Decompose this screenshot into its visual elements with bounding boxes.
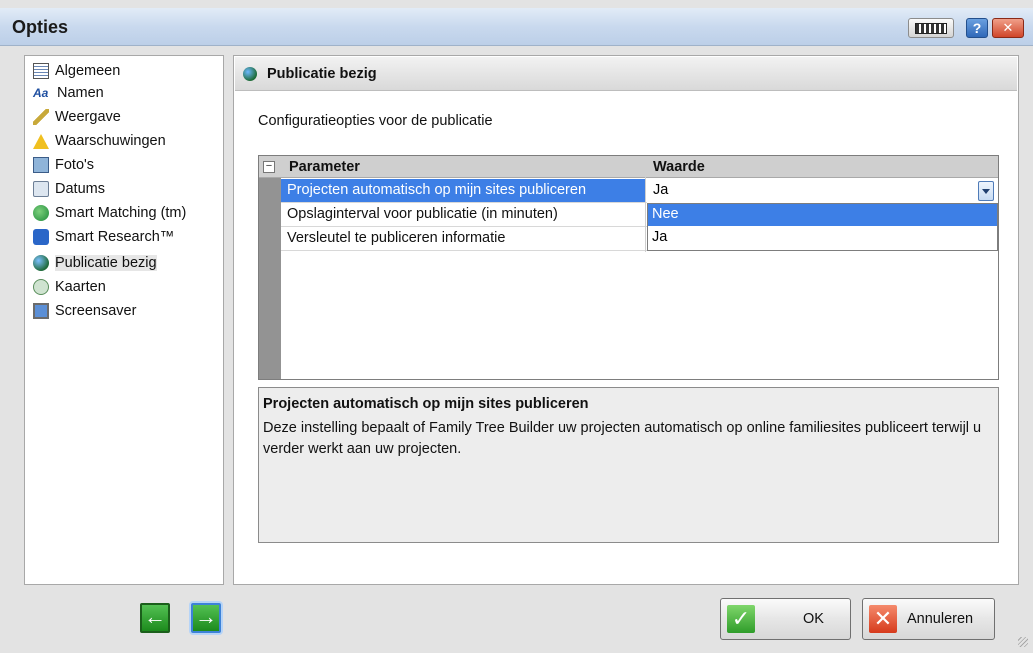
- param-cell: Versleutel te publiceren informatie: [287, 230, 506, 246]
- grid-header: − Parameter Waarde: [259, 156, 998, 178]
- calendar-icon: [33, 181, 49, 197]
- close-button[interactable]: ✕: [992, 18, 1024, 38]
- sidebar-item-fotos[interactable]: Foto's: [33, 154, 94, 176]
- cancel-icon: ✕: [869, 605, 897, 633]
- title-bar: Opties ? ✕: [0, 8, 1033, 46]
- chevron-down-icon[interactable]: [978, 181, 994, 201]
- sidebar-item-label: Kaarten: [55, 279, 106, 295]
- check-icon: ✓: [727, 605, 755, 633]
- sidebar-item-namen[interactable]: Aa Namen: [33, 82, 104, 104]
- photo-icon: [33, 157, 49, 173]
- dropdown-option-nee[interactable]: Nee: [648, 204, 997, 226]
- brush-icon: [33, 109, 49, 125]
- document-icon: [33, 63, 49, 79]
- param-cell: Projecten automatisch op mijn sites publ…: [287, 182, 587, 198]
- property-grid: − Parameter Waarde Projecten automatisch…: [258, 155, 999, 380]
- value-dropdown-list: Nee Ja: [647, 203, 998, 251]
- window-title: Opties: [12, 17, 69, 37]
- cancel-label: Annuleren: [907, 611, 974, 627]
- ok-label: OK: [803, 611, 824, 627]
- smart-research-icon: [33, 229, 49, 245]
- globe-icon: [33, 255, 49, 271]
- sidebar-item-label: Weergave: [55, 109, 121, 125]
- main-panel: Publicatie bezig Configuratieopties voor…: [233, 55, 1019, 585]
- column-header-waarde: Waarde: [653, 159, 705, 175]
- column-header-parameter: Parameter: [289, 159, 360, 175]
- sidebar-item-weergave[interactable]: Weergave: [33, 106, 121, 128]
- warning-icon: [33, 133, 49, 149]
- cancel-button[interactable]: ✕ Annuleren: [862, 598, 995, 640]
- font-icon: Aa: [33, 86, 49, 100]
- globe-icon: [243, 67, 257, 81]
- monitor-icon: [33, 303, 49, 319]
- sidebar-item-label: Waarschuwingen: [55, 133, 166, 149]
- description-box: Projecten automatisch op mijn sites publ…: [258, 387, 999, 543]
- collapse-icon[interactable]: −: [263, 161, 275, 173]
- back-button[interactable]: ←: [140, 603, 170, 633]
- sidebar-item-screensaver[interactable]: Screensaver: [33, 300, 136, 322]
- help-button[interactable]: ?: [966, 18, 988, 38]
- sidebar-item-waarschuwingen[interactable]: Waarschuwingen: [33, 130, 166, 152]
- sidebar-item-kaarten[interactable]: Kaarten: [33, 276, 106, 298]
- param-cell: Opslaginterval voor publicatie (in minut…: [287, 206, 558, 222]
- sidebar-item-algemeen[interactable]: Algemeen: [33, 60, 120, 82]
- map-icon: [33, 279, 49, 295]
- smart-matching-icon: [33, 205, 49, 221]
- ok-button[interactable]: ✓ OK: [720, 598, 851, 640]
- sidebar-item-label: Algemeen: [55, 63, 121, 79]
- sidebar-item-label: Datums: [55, 181, 105, 197]
- sidebar-item-publicatie-bezig[interactable]: Publicatie bezig: [33, 252, 157, 274]
- resize-grip-icon[interactable]: [1018, 637, 1028, 647]
- options-dialog: Opties ? ✕ Algemeen Aa Namen Weergave Wa…: [0, 0, 1033, 653]
- sidebar-item-label: Publicatie bezig: [55, 255, 157, 271]
- sidebar-item-label: Smart Matching (tm): [55, 205, 187, 221]
- dropdown-option-ja[interactable]: Ja: [648, 227, 997, 249]
- sidebar-item-label: Namen: [57, 85, 104, 101]
- keyboard-button[interactable]: [908, 18, 954, 38]
- grid-gutter: [259, 156, 281, 379]
- description-title: Projecten automatisch op mijn sites publ…: [263, 396, 589, 412]
- combobox-value: Ja: [653, 182, 669, 198]
- options-sidebar: Algemeen Aa Namen Weergave Waarschuwinge…: [24, 55, 224, 585]
- sidebar-item-label: Screensaver: [55, 303, 137, 319]
- sidebar-item-smart-research[interactable]: Smart Research™: [33, 226, 174, 248]
- forward-button[interactable]: →: [191, 603, 221, 633]
- sidebar-item-label: Foto's: [55, 157, 95, 173]
- section-title: Publicatie bezig: [267, 66, 377, 82]
- sidebar-item-datums[interactable]: Datums: [33, 178, 105, 200]
- value-combobox[interactable]: Ja: [647, 179, 998, 203]
- keyboard-icon: [915, 23, 947, 34]
- sidebar-item-smart-matching[interactable]: Smart Matching (tm): [33, 202, 186, 224]
- column-divider: [645, 156, 646, 252]
- sidebar-item-label: Smart Research™: [55, 229, 175, 245]
- section-header: Publicatie bezig: [235, 57, 1017, 91]
- section-description: Configuratieopties voor de publicatie: [258, 113, 493, 129]
- description-text: Deze instelling bepaalt of Family Tree B…: [263, 420, 982, 457]
